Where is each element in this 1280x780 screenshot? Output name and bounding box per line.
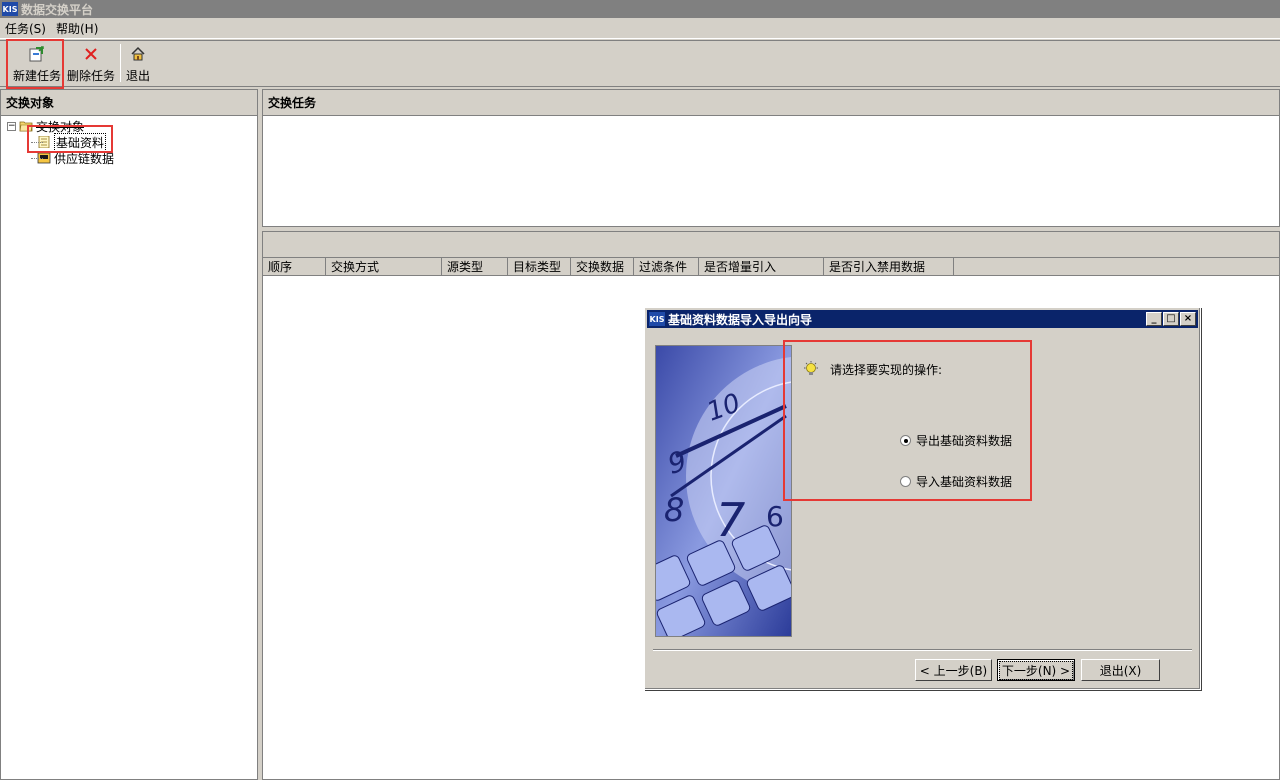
wizard-clock-keyboard-image: 10 9 8 7 6 xyxy=(655,345,792,637)
prompt-text: 请选择要实现的操作: xyxy=(830,362,943,377)
app-title-bar[interactable]: KIS 数据交换平台 xyxy=(0,0,1280,18)
task-detail-toolbar xyxy=(263,232,1279,258)
tree-item-supply-chain-label: 供应链数据 xyxy=(54,151,115,166)
column-source-type[interactable]: 源类型 xyxy=(442,258,508,275)
collapse-icon[interactable]: − xyxy=(7,121,16,131)
app-logo-icon: KIS xyxy=(2,2,18,16)
toolbar: 新建任务 删除任务 退出 xyxy=(0,40,1280,87)
option-export-label: 导出基础资料数据 xyxy=(916,434,1013,448)
option-export[interactable]: 导出基础资料数据 xyxy=(900,432,1012,449)
next-button[interactable]: 下一步(N) > xyxy=(997,659,1075,681)
exchange-task-pane: 交换任务 xyxy=(262,89,1280,227)
toolbar-separator xyxy=(120,44,122,82)
close-icon[interactable]: × xyxy=(1180,312,1196,326)
exchange-object-tree: − 交换对象 基础资料 供应链数据 xyxy=(1,116,257,166)
new-task-label: 新建任务 xyxy=(13,69,62,83)
export-radio[interactable] xyxy=(900,435,911,446)
import-export-wizard-dialog: KIS 基础资料数据导入导出向导 _ □ × 10 9 8 7 6 请选择要实现… xyxy=(644,307,1201,690)
svg-text:8: 8 xyxy=(664,491,684,529)
folder-open-icon xyxy=(19,121,33,132)
menu-task[interactable]: 任务(S) xyxy=(0,20,51,37)
next-button-label: 下一步(N) > xyxy=(998,660,1074,680)
column-exchange-method[interactable]: 交换方式 xyxy=(326,258,442,275)
minimize-icon[interactable]: _ xyxy=(1146,312,1162,326)
tree-item-supply-chain[interactable]: 供应链数据 xyxy=(7,150,257,166)
option-import-label: 导入基础资料数据 xyxy=(916,475,1013,489)
task-detail-column-headers: 顺序 交换方式 源类型 目标类型 交换数据 过滤条件 是否增量引入 是否引入禁用… xyxy=(263,258,1279,276)
exchange-object-pane: 交换对象 − 交换对象 基础资料 供应链数据 xyxy=(0,89,258,780)
dialog-logo-icon: KIS xyxy=(649,312,665,326)
column-order[interactable]: 顺序 xyxy=(263,258,326,275)
tree-connector xyxy=(31,142,43,143)
wizard-content: 请选择要实现的操作: 导出基础资料数据 导入基础资料数据 xyxy=(802,345,1192,637)
tree-item-basic-data[interactable]: 基础资料 xyxy=(7,132,257,152)
new-task-button[interactable]: 新建任务 xyxy=(10,41,64,85)
tree-connector xyxy=(31,158,43,159)
exchange-object-header: 交换对象 xyxy=(1,90,257,116)
column-incremental[interactable]: 是否增量引入 xyxy=(699,258,824,275)
column-exchange-data[interactable]: 交换数据 xyxy=(571,258,634,275)
menu-bar: 任务(S) 帮助(H) xyxy=(0,19,1280,39)
exit-button[interactable]: 退出 xyxy=(123,41,153,85)
dialog-title-bar[interactable]: KIS 基础资料数据导入导出向导 _ □ × xyxy=(647,310,1198,328)
column-target-type[interactable]: 目标类型 xyxy=(508,258,571,275)
delete-task-label: 删除任务 xyxy=(67,69,116,83)
delete-task-button[interactable]: 删除任务 xyxy=(64,41,118,85)
maximize-icon[interactable]: □ xyxy=(1163,312,1179,326)
option-import[interactable]: 导入基础资料数据 xyxy=(900,473,1012,490)
new-task-icon xyxy=(28,45,46,63)
column-include-disabled[interactable]: 是否引入禁用数据 xyxy=(824,258,954,275)
app-title: 数据交换平台 xyxy=(21,2,94,17)
delete-x-icon xyxy=(82,45,100,63)
exchange-task-header: 交换任务 xyxy=(263,90,1279,116)
menu-help[interactable]: 帮助(H) xyxy=(51,20,103,37)
dialog-separator xyxy=(653,649,1192,651)
exit-dialog-button[interactable]: 退出(X) xyxy=(1081,659,1160,681)
home-exit-icon xyxy=(129,45,147,63)
lightbulb-icon xyxy=(804,361,818,375)
previous-button[interactable]: < 上一步(B) xyxy=(915,659,992,681)
prompt-row: 请选择要实现的操作: xyxy=(802,360,942,378)
tree-root[interactable]: − 交换对象 xyxy=(7,118,257,134)
column-filter[interactable]: 过滤条件 xyxy=(634,258,699,275)
exit-label: 退出 xyxy=(126,69,151,83)
dialog-title: 基础资料数据导入导出向导 xyxy=(668,312,813,327)
import-radio[interactable] xyxy=(900,476,911,487)
